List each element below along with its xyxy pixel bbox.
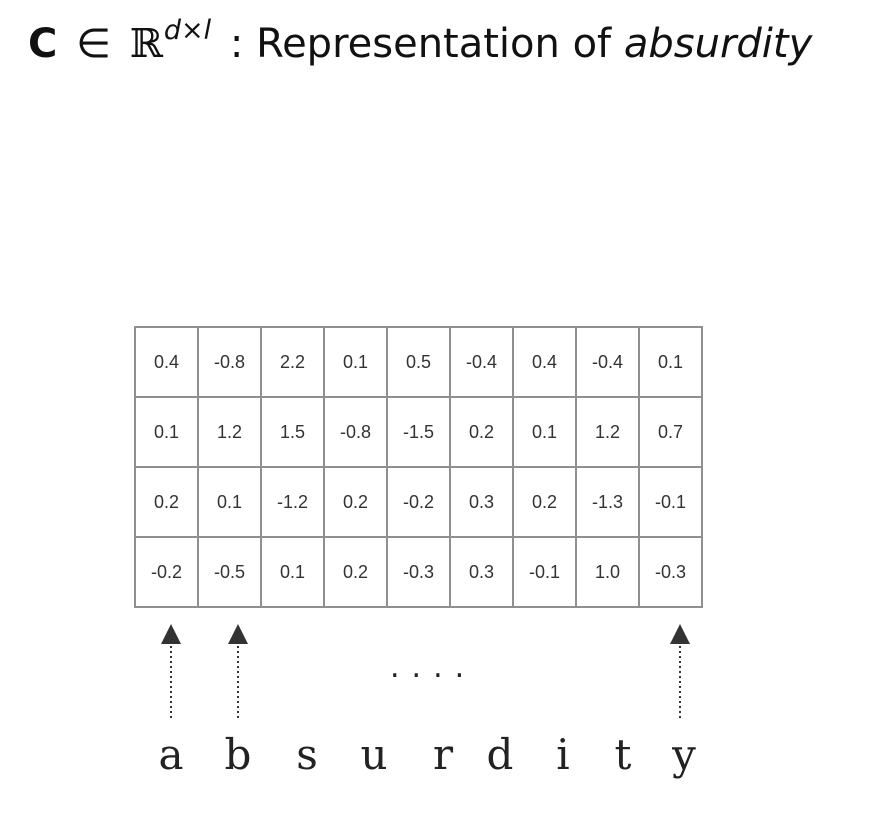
character-label: s: [296, 730, 318, 779]
ellipsis: ....: [390, 650, 477, 685]
character-label: r: [432, 730, 454, 779]
character-label: t: [614, 730, 632, 779]
character-label: a: [158, 730, 184, 779]
character-row: absurdity: [0, 730, 875, 790]
character-label: i: [556, 730, 570, 779]
arrow-layer: [161, 624, 690, 718]
character-label: u: [360, 730, 388, 779]
character-label: b: [224, 730, 252, 779]
character-label: d: [486, 730, 514, 779]
character-label: y: [672, 730, 696, 779]
